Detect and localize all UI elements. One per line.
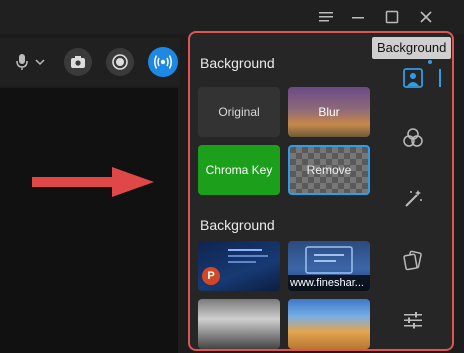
- video-preview: [0, 88, 178, 353]
- background-image-presentation[interactable]: P: [198, 241, 280, 291]
- magic-wand-icon[interactable]: [400, 185, 426, 211]
- meeting-toolbar: [0, 38, 180, 86]
- background-option-blur[interactable]: Blur: [288, 87, 370, 137]
- tile-label: Original: [218, 105, 260, 119]
- section-title-background: Background: [200, 55, 275, 71]
- tooltip: Background: [372, 37, 452, 59]
- powerpoint-icon: P: [202, 267, 220, 285]
- background-image-office[interactable]: [198, 299, 280, 349]
- adjust-sliders-icon[interactable]: [400, 307, 426, 333]
- tile-label: Remove: [306, 163, 352, 177]
- annotation-arrow: [32, 167, 154, 197]
- background-image-website[interactable]: www.fineshar...: [288, 241, 370, 291]
- tile-label: Chroma Key: [205, 163, 273, 177]
- sticker-icon[interactable]: [400, 247, 426, 273]
- section-title-background-images: Background: [200, 217, 275, 233]
- camera-icon[interactable]: [64, 48, 92, 76]
- image-caption: www.fineshar...: [288, 275, 370, 291]
- menu-icon[interactable]: [314, 6, 338, 28]
- background-image-desert[interactable]: [288, 299, 370, 349]
- background-panel: Background Original Blur Chroma Key Remo…: [188, 31, 454, 351]
- selection-indicator-bar: [439, 69, 441, 87]
- background-option-remove[interactable]: Remove: [288, 145, 370, 195]
- background-option-original[interactable]: Original: [198, 87, 280, 137]
- live-broadcast-icon[interactable]: [148, 47, 178, 77]
- tile-label: Blur: [318, 105, 340, 119]
- close-icon[interactable]: [414, 6, 438, 28]
- maximize-icon[interactable]: [380, 6, 404, 28]
- filter-icon[interactable]: [400, 125, 426, 151]
- minimize-icon[interactable]: [346, 6, 370, 28]
- title-bar: [0, 0, 464, 34]
- record-icon[interactable]: [106, 48, 134, 76]
- background-option-chroma-key[interactable]: Chroma Key: [198, 145, 280, 195]
- chevron-down-icon[interactable]: [32, 48, 48, 76]
- selection-indicator-dot: [428, 60, 432, 64]
- person-background-icon[interactable]: [400, 65, 426, 91]
